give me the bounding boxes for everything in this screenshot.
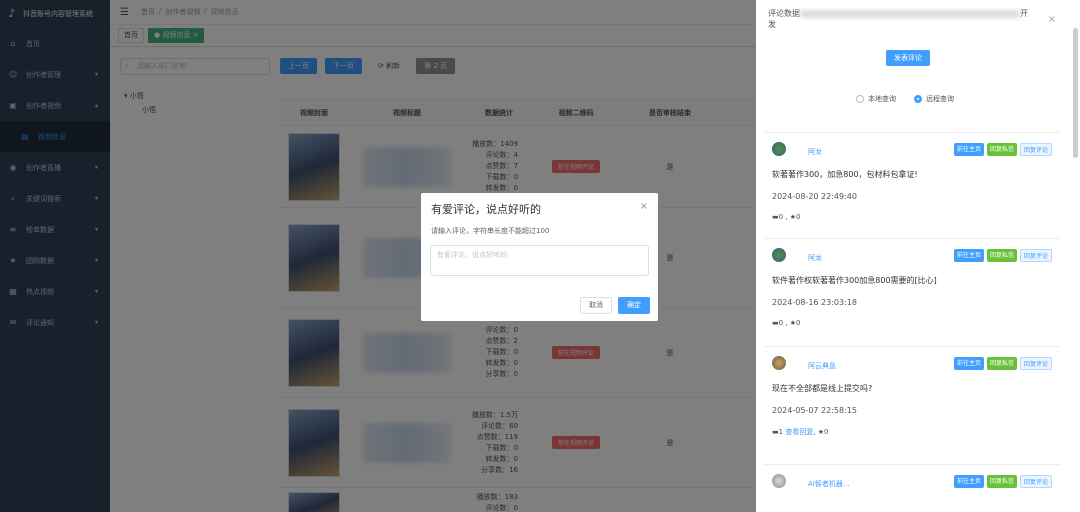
radio-label: 远程查询: [926, 95, 954, 103]
comment-drawer: 评论数据 开 发 × 发表评论 本地查询 远程查询 阿龙 前往主页 回复私信 回复…: [756, 0, 1080, 512]
comment-meta: ▬0 , ★0: [772, 213, 1052, 221]
reply-comment-button[interactable]: 回复评论: [1019, 142, 1052, 156]
comment-dialog: 有爱评论，说点好听的 × 请输入评论，字符串长度不能超过100 有爱评论，说点好…: [421, 193, 658, 321]
drawer-title-text: 开: [1020, 9, 1028, 18]
goto-home-button[interactable]: 前往主页: [953, 356, 984, 370]
radio-remote[interactable]: 远程查询: [914, 94, 954, 104]
comment-time: 2024-05-07 22:58:15: [772, 406, 857, 415]
comment-header: 阿龙 前往主页 回复私信 回复评论: [772, 141, 1052, 157]
comment-text: 现在不全部都是线上提交吗?: [772, 384, 873, 393]
comment-meta-text: 0 , ★0: [778, 319, 801, 327]
reply-dm-button[interactable]: 回复私信: [986, 248, 1017, 262]
radio-circle: [856, 95, 864, 103]
comment-meta-text: 0 , ★0: [778, 213, 801, 221]
dialog-hint: 请输入评论，字符串长度不能超过100: [431, 227, 550, 235]
message-icon: ▬: [772, 319, 779, 327]
textarea-placeholder: 有爱评论，说点好听的: [437, 251, 507, 259]
scrollbar[interactable]: [1073, 28, 1078, 158]
close-icon[interactable]: ×: [1048, 14, 1056, 25]
radio-circle: [914, 95, 922, 103]
query-mode-radio-group: 本地查询 远程查询: [856, 94, 954, 104]
comment-meta-text: 1: [778, 428, 784, 436]
reply-dm-button[interactable]: 回复私信: [986, 142, 1017, 156]
goto-home-button[interactable]: 前往主页: [953, 142, 984, 156]
comment-card: 阿云典急 前往主页 回复私信 回复评论 现在不全部都是线上提交吗? 2024-0…: [764, 346, 1060, 445]
avatar: [772, 474, 786, 488]
post-comment-button[interactable]: 发表评论: [886, 50, 930, 66]
comment-meta: ▬0 , ★0: [772, 319, 1052, 327]
app-root: ♪ 抖音账号内容管理系统 ⌂首页 ☺创作者管理▾ ▣创作者视频▴ ▤视频信息 ◉…: [0, 0, 1080, 512]
view-replies-link[interactable]: 查看回复: [785, 428, 813, 436]
radio-label: 本地查询: [868, 95, 896, 103]
close-icon[interactable]: ×: [640, 201, 648, 212]
comment-user[interactable]: 阿龙: [808, 253, 822, 263]
comment-card: 阿龙 前往主页 回复私信 回复评论 软著著作300，加急800，包材料包拿证! …: [764, 132, 1060, 229]
message-icon: ▬: [772, 428, 779, 436]
drawer-title: 评论数据 开 发: [768, 8, 1042, 32]
comment-user[interactable]: 阿龙: [808, 147, 822, 157]
message-icon: ▬: [772, 213, 779, 221]
goto-home-button[interactable]: 前往主页: [953, 248, 984, 262]
comment-header: 阿云典急 前往主页 回复私信 回复评论: [772, 355, 1052, 371]
avatar: [772, 356, 786, 370]
dialog-title: 有爱评论，说点好听的: [431, 203, 541, 216]
blurred-title: [800, 9, 1020, 18]
reply-comment-button[interactable]: 回复评论: [1019, 248, 1052, 262]
comment-user[interactable]: AI智者机器...: [808, 479, 850, 489]
comment-time: 2024-08-16 23:03:18: [772, 298, 857, 307]
reply-dm-button[interactable]: 回复私信: [986, 356, 1017, 370]
reply-comment-button[interactable]: 回复评论: [1019, 356, 1052, 370]
comment-card: 阿龙 前往主页 回复私信 回复评论 软件著作权软著著作300加急800需要的[比…: [764, 238, 1060, 335]
comment-actions: 前往主页 回复私信 回复评论: [953, 356, 1052, 370]
comment-meta: ▬1 查看回复, ★0: [772, 427, 1052, 437]
comment-text: 软著著作300，加急800，包材料包拿证!: [772, 170, 918, 179]
confirm-button[interactable]: 确定: [618, 297, 650, 314]
radio-local[interactable]: 本地查询: [856, 94, 896, 104]
comment-header: 阿龙 前往主页 回复私信 回复评论: [772, 247, 1052, 263]
watermark: CSDN @悟空码字: [951, 487, 1074, 505]
comment-actions: 前往主页 回复私信 回复评论: [953, 142, 1052, 156]
comment-user[interactable]: 阿云典急: [808, 361, 836, 371]
comment-actions: 前往主页 回复私信 回复评论: [953, 248, 1052, 262]
comment-text: 软件著作权软著著作300加急800需要的[比心]: [772, 276, 937, 285]
comment-meta-text: , ★0: [813, 428, 829, 436]
comment-time: 2024-08-20 22:49:40: [772, 192, 857, 201]
avatar: [772, 142, 786, 156]
drawer-title-text: 发: [768, 20, 776, 29]
comment-textarea[interactable]: 有爱评论，说点好听的: [430, 245, 649, 276]
avatar: [772, 248, 786, 262]
cancel-button[interactable]: 取消: [580, 297, 612, 314]
drawer-title-text: 评论数据: [768, 9, 800, 18]
